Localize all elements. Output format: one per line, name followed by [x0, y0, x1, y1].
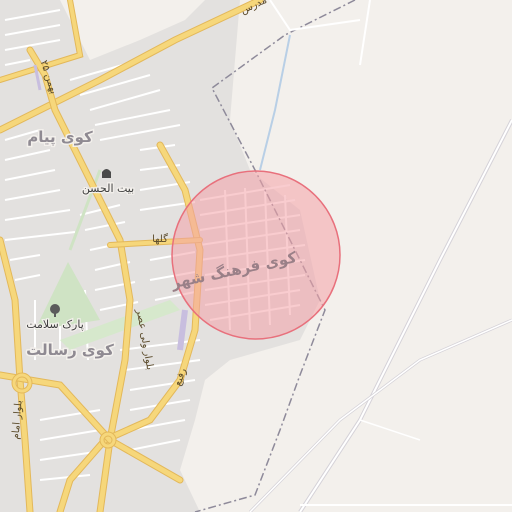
road-label-golha: گلها	[152, 233, 168, 245]
poi-label-beit-al-hassan: بیت الحسن	[82, 182, 134, 195]
map-layer: کوی پیام کوی فرهنگ شهر کوی رسالت بیت الح…	[0, 0, 512, 512]
map-canvas[interactable]: کوی پیام کوی فرهنگ شهر کوی رسالت بیت الح…	[0, 0, 512, 512]
highlight-circle[interactable]	[171, 170, 341, 340]
district-label-kooy-resalat: کوی رسالت	[26, 341, 114, 359]
district-label-kooy-payam: کوی پیام	[27, 128, 93, 147]
poi-label-park-salamat: پارک سلامت	[26, 318, 84, 331]
